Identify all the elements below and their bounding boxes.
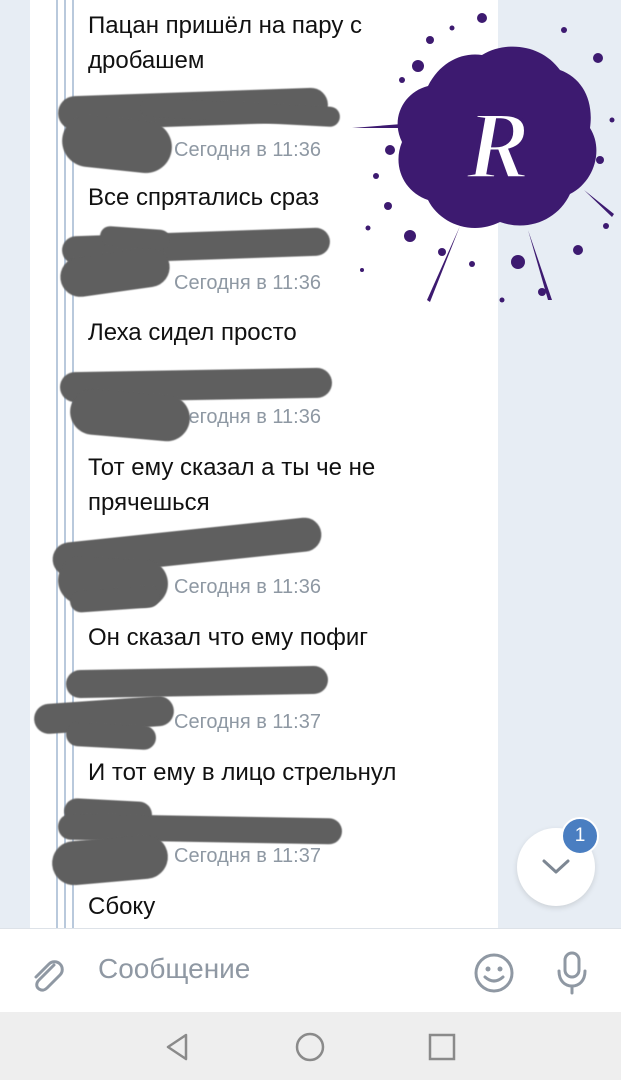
svg-text:R: R [465,92,530,199]
ink-splash-logo: R [352,13,615,303]
message-time: Сегодня в 11:36 [174,139,321,161]
chat-area[interactable]: Пацан пришёл на пару с дробашем Сегодня … [0,0,621,928]
circle-home-icon[interactable] [293,1030,327,1064]
message-input[interactable]: Сообщение [98,953,250,985]
message-text: Он сказал что ему пофиг [88,624,368,651]
triangle-back-icon[interactable] [160,1030,194,1064]
system-nav-bar [0,1012,621,1080]
message-time: Сегодня в 11:37 [174,845,321,867]
message-composer: Сообщение [0,928,621,1017]
smiley-icon[interactable] [472,951,516,995]
message-text: Тот ему сказал а ты че не прячешься [88,454,376,516]
chevron-down-icon [542,859,570,874]
square-recent-icon[interactable] [425,1030,459,1064]
paperclip-icon[interactable] [28,955,68,995]
message-time: Сегодня в 11:36 [174,406,321,428]
message-text: Сбоку [88,893,156,920]
message-time: Сегодня в 11:36 [174,272,321,294]
message-text: И тот ему в лицо стрельнул [88,759,397,786]
microphone-icon[interactable] [554,949,590,997]
unread-badge: 1 [561,817,599,855]
message-time: Сегодня в 11:37 [174,711,321,733]
message-time: Сегодня в 11:36 [174,576,321,598]
